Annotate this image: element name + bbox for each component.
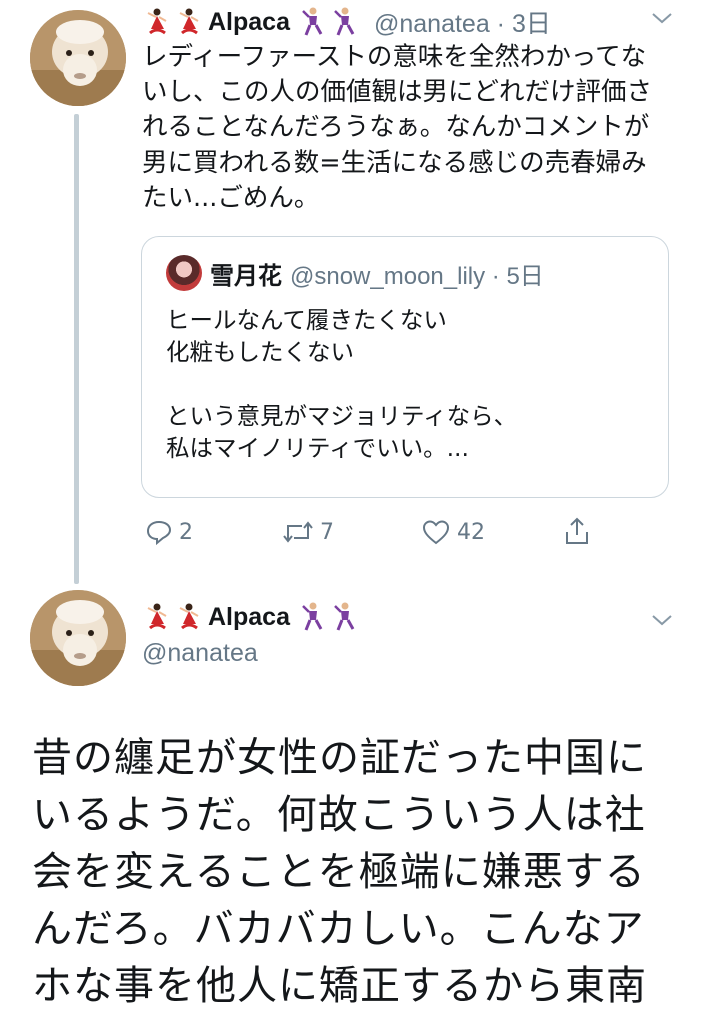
share-icon — [566, 517, 588, 544]
avatar[interactable] — [30, 10, 126, 106]
dancer-emoji-icon — [174, 7, 204, 37]
man-dancing-emoji-icon — [330, 7, 360, 37]
man-dancing-emoji-icon — [330, 602, 360, 632]
handle-and-time[interactable]: @nanatea · 3日 — [374, 4, 551, 40]
chevron-down-icon[interactable] — [650, 10, 674, 30]
tweet-header: Alpaca @nanatea · 3日 — [142, 4, 551, 40]
quoted-avatar[interactable] — [166, 255, 202, 291]
like-button[interactable]: 42 — [421, 518, 485, 546]
dancer-emoji-icon — [174, 602, 204, 632]
reply-button[interactable]: 2 — [145, 518, 193, 546]
handle[interactable]: @nanatea — [142, 639, 258, 668]
tweet-text: 昔の纏足が女性の証だった中国に いるようだ。何故こういう人は社 会を変えることを… — [32, 735, 647, 1009]
dancer-emoji-icon — [142, 7, 172, 37]
retweet-icon — [283, 521, 313, 543]
tweet-header: Alpaca — [142, 602, 362, 632]
quoted-tweet-text: ヒールなんて履きたくない 化粧もしたくない という意見がマジョリティなら、 私は… — [166, 306, 518, 462]
quoted-handle-and-time[interactable]: @snow_moon_lily · 5日 — [290, 256, 544, 291]
quoted-display-name[interactable]: 雪月花 — [210, 256, 282, 291]
reply-count: 2 — [179, 519, 193, 545]
retweet-button[interactable]: 7 — [282, 518, 334, 546]
alpaca-avatar-icon — [30, 590, 126, 686]
reply-icon — [146, 520, 172, 546]
retweet-count: 7 — [320, 519, 334, 545]
man-dancing-emoji-icon — [298, 602, 328, 632]
tweet-text: レディーファーストの意味を全然わかってな いし、この人の価値観は男にどれだけ評価… — [142, 42, 653, 213]
like-icon — [422, 520, 450, 545]
display-name[interactable]: Alpaca — [208, 603, 290, 632]
quoted-tweet-header: 雪月花 @snow_moon_lily · 5日 — [166, 255, 544, 291]
alpaca-avatar-icon — [30, 10, 126, 106]
share-button[interactable] — [562, 516, 598, 546]
chevron-down-icon[interactable] — [650, 612, 674, 632]
display-name[interactable]: Alpaca — [208, 8, 290, 37]
dancer-emoji-icon — [142, 602, 172, 632]
like-count: 42 — [457, 519, 485, 545]
man-dancing-emoji-icon — [298, 7, 328, 37]
avatar[interactable] — [30, 590, 126, 686]
thread-connector-line — [74, 114, 79, 584]
